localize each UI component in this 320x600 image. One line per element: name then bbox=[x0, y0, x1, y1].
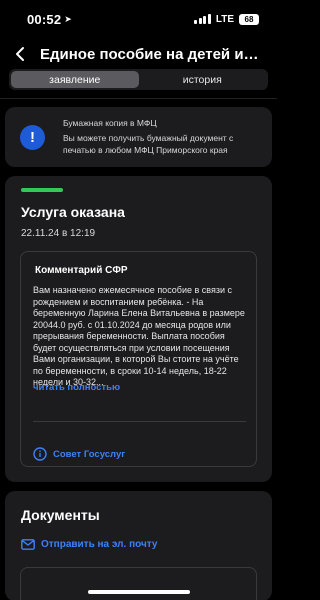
segmented-tabs: заявление история bbox=[9, 69, 268, 90]
service-status: Услуга оказана bbox=[21, 204, 125, 220]
comment-box: Комментарий СФР Вам назначено ежемесячно… bbox=[20, 251, 257, 467]
comment-title: Комментарий СФР bbox=[35, 265, 128, 276]
info-circle-icon bbox=[33, 447, 47, 461]
comment-body: Вам назначено ежемесячное пособие в связ… bbox=[33, 285, 245, 387]
network-label: LTE bbox=[215, 13, 234, 25]
mfc-notice-card[interactable]: ! Бумажная копия в МФЦ Вы можете получит… bbox=[5, 107, 272, 167]
mail-icon bbox=[21, 539, 35, 550]
status-indicators: LTE 68 bbox=[194, 13, 259, 25]
comment-divider bbox=[33, 421, 246, 422]
notice-body: Вы можете получить бумажный документ с п… bbox=[63, 133, 234, 155]
page-title: Единое пособие на детей и бе... bbox=[40, 45, 260, 63]
notice-title: Бумажная копия в МФЦ bbox=[63, 118, 157, 128]
signal-icon bbox=[194, 14, 211, 24]
tab-history[interactable]: история bbox=[139, 71, 267, 88]
battery-icon: 68 bbox=[239, 13, 259, 25]
location-arrow-icon: ➤ bbox=[64, 13, 72, 24]
service-date: 22.11.24 в 12:19 bbox=[21, 228, 96, 239]
advice-label: Совет Госуслуг bbox=[53, 448, 126, 460]
divider bbox=[0, 98, 277, 99]
back-chevron-icon[interactable] bbox=[12, 46, 28, 62]
document-item[interactable] bbox=[20, 567, 257, 600]
exclamation-icon: ! bbox=[20, 124, 45, 150]
read-more-link[interactable]: читать полностью bbox=[33, 382, 120, 393]
status-time: 00:52 bbox=[27, 11, 62, 27]
send-email-label: Отправить на эл. почту bbox=[41, 539, 158, 550]
documents-title: Документы bbox=[21, 507, 100, 523]
send-email-button[interactable]: Отправить на эл. почту bbox=[21, 539, 157, 550]
tab-application[interactable]: заявление bbox=[11, 71, 139, 88]
advice-link[interactable]: Совет Госуслуг bbox=[33, 447, 125, 461]
status-bar: 00:52 ➤ LTE 68 bbox=[0, 0, 277, 38]
home-indicator[interactable] bbox=[88, 590, 190, 594]
nav-header: Единое пособие на детей и бе... bbox=[0, 38, 277, 70]
status-progress-bar bbox=[21, 188, 63, 192]
